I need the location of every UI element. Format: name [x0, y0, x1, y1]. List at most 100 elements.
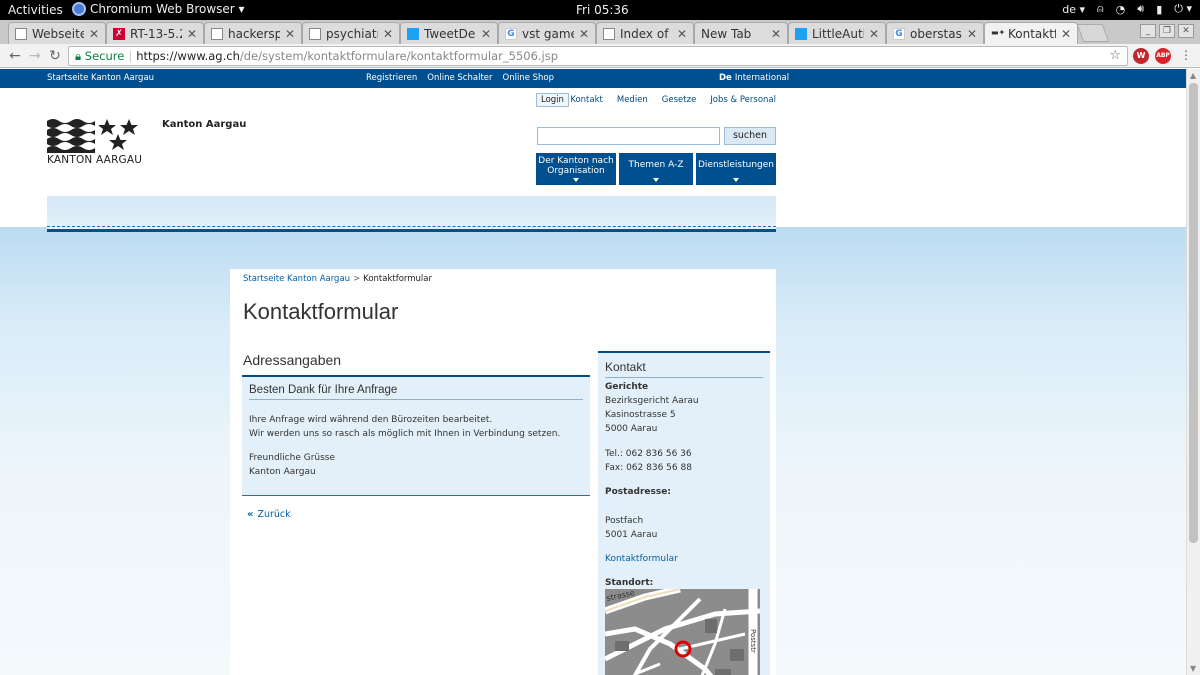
- close-tab-icon[interactable]: ✕: [187, 27, 197, 41]
- close-tab-icon[interactable]: ✕: [771, 27, 781, 41]
- home-link[interactable]: Startseite Kanton Aargau: [47, 73, 154, 83]
- tab-webseite[interactable]: Webseite ✕: [8, 22, 106, 44]
- close-tab-icon[interactable]: ✕: [285, 27, 295, 41]
- location-map[interactable]: strasse Poststr: [605, 589, 760, 675]
- address-bar[interactable]: 🔒︎ Secure | https://www.ag.ch/de/system/ko…: [68, 46, 1128, 66]
- lang-international[interactable]: International: [735, 73, 789, 83]
- volume-icon[interactable]: 🔊︎: [1137, 2, 1144, 16]
- browser-menu-icon[interactable]: ⋮: [1180, 48, 1192, 62]
- scroll-up-icon[interactable]: ▲: [1190, 71, 1196, 80]
- online-shop-link[interactable]: Online Shop: [503, 73, 555, 83]
- back-link[interactable]: «Zurück: [247, 509, 291, 520]
- nav-label: Organisation: [547, 166, 605, 176]
- breadcrumb-current: Kontaktformular: [363, 274, 432, 284]
- postal-label: Postadresse:: [605, 487, 671, 497]
- tab-label: LittleAutis: [812, 26, 864, 41]
- laws-link[interactable]: Gesetze: [662, 95, 697, 105]
- close-tab-icon[interactable]: ✕: [967, 27, 977, 41]
- close-tab-icon[interactable]: ✕: [1061, 27, 1071, 41]
- close-tab-icon[interactable]: ✕: [869, 27, 879, 41]
- close-window-icon[interactable]: ✕: [1178, 24, 1194, 38]
- confirmation-box: Besten Dank für Ihre Anfrage Ihre Anfrag…: [242, 375, 590, 496]
- message-line: Wir werden uns so rasch als möglich mit …: [249, 429, 561, 439]
- app-menu[interactable]: Chromium Web Browser ▾: [72, 2, 245, 16]
- adblock-plus-icon[interactable]: ABP: [1155, 48, 1171, 64]
- restore-icon[interactable]: ❐: [1159, 24, 1175, 38]
- lock-icon[interactable]: 🔒︎: [75, 49, 81, 63]
- site-name: Kanton Aargau: [162, 119, 247, 130]
- activities-button[interactable]: Activities: [8, 3, 63, 17]
- scroll-down-icon[interactable]: ▼: [1190, 664, 1196, 673]
- banner-divider: [47, 226, 776, 227]
- tab-index-of[interactable]: Index of /l ✕: [596, 22, 694, 44]
- tab-new-tab[interactable]: New Tab ✕: [694, 22, 788, 44]
- caret-down-icon: [653, 178, 659, 182]
- wifi-icon[interactable]: ◔: [1116, 3, 1126, 16]
- window-controls: _ ❐ ✕: [1140, 24, 1194, 38]
- back-arrow-icon[interactable]: ←: [6, 47, 24, 65]
- breadcrumb-separator: >: [353, 274, 361, 284]
- tab-label: Kontaktfo: [1008, 26, 1056, 41]
- tab-oberstasa[interactable]: G oberstasa ✕: [886, 22, 984, 44]
- section-title: Adressangaben: [243, 352, 342, 368]
- contact-sidebar: Kontakt Gerichte Bezirksgericht Aarau Ka…: [598, 351, 770, 675]
- chromium-icon: [72, 2, 86, 16]
- close-tab-icon[interactable]: ✕: [383, 27, 393, 41]
- battery-icon[interactable]: ▮: [1156, 3, 1162, 16]
- extension-w-icon[interactable]: W: [1133, 48, 1149, 64]
- contact-link[interactable]: Kontakt: [570, 95, 603, 105]
- keyboard-layout[interactable]: de ▾: [1062, 3, 1085, 16]
- power-menu-icon[interactable]: ⏻ ▾: [1174, 2, 1192, 16]
- nav-dienstleistungen[interactable]: Dienstleistungen: [696, 153, 776, 185]
- tab-hackerspace[interactable]: hackerspa ✕: [204, 22, 302, 44]
- meta-navigation: Login Kontakt Medien Gesetze Jobs & Pers…: [536, 93, 776, 107]
- tab-psychiatric[interactable]: psychiatric ✕: [302, 22, 400, 44]
- tweetdeck-icon: [407, 27, 419, 40]
- close-tab-icon[interactable]: ✕: [579, 27, 589, 41]
- tab-littleautis[interactable]: LittleAutis ✕: [788, 22, 886, 44]
- contact-form-link[interactable]: Kontaktformular: [605, 554, 678, 564]
- new-tab-button[interactable]: [1076, 24, 1110, 42]
- close-tab-icon[interactable]: ✕: [677, 27, 687, 41]
- jobs-link[interactable]: Jobs & Personal: [710, 95, 776, 105]
- tab-rt-13[interactable]: ✗ RT-13-5.2 ✕: [106, 22, 204, 44]
- forward-arrow-icon[interactable]: →: [26, 47, 44, 65]
- close-tab-icon[interactable]: ✕: [89, 27, 99, 41]
- tab-vst-gamel[interactable]: G vst gamel ✕: [498, 22, 596, 44]
- bookmark-star-icon[interactable]: ☆: [1109, 47, 1121, 65]
- postal-city: 5001 Aarau: [605, 530, 658, 540]
- accessibility-icon[interactable]: ⍝: [1097, 2, 1104, 16]
- reload-icon[interactable]: ↻: [46, 47, 64, 65]
- minimize-icon[interactable]: _: [1140, 24, 1156, 38]
- scrollbar-thumb[interactable]: [1189, 83, 1198, 543]
- lang-de[interactable]: De: [719, 73, 732, 83]
- search-button[interactable]: suchen: [724, 127, 776, 145]
- google-icon: G: [893, 27, 905, 40]
- breadcrumb-home[interactable]: Startseite Kanton Aargau: [243, 274, 350, 284]
- close-tab-icon[interactable]: ✕: [481, 27, 491, 41]
- tab-strip: Webseite ✕ ✗ RT-13-5.2 ✕ hackerspa ✕ psy…: [0, 20, 1200, 44]
- caret-down-icon: [573, 178, 579, 182]
- search-input[interactable]: [537, 127, 720, 145]
- tab-label: vst gamel: [522, 26, 574, 41]
- page-icon: [603, 27, 615, 40]
- sidebar-title: Kontakt: [605, 360, 763, 378]
- media-link[interactable]: Medien: [617, 95, 648, 105]
- login-button[interactable]: Login: [536, 93, 569, 107]
- online-schalter-link[interactable]: Online Schalter: [427, 73, 492, 83]
- kanton-aargau-logo[interactable]: KANTON AARGAU: [47, 117, 142, 167]
- back-link-label: Zurück: [257, 509, 291, 520]
- clock[interactable]: Fri 05:36: [576, 3, 629, 17]
- tab-tweetdeck[interactable]: TweetDec ✕: [400, 22, 498, 44]
- system-tray[interactable]: de ▾ ⍝ ◔ 🔊︎ ▮ ⏻ ▾: [1062, 2, 1192, 16]
- nav-themen[interactable]: Themen A-Z: [619, 153, 693, 185]
- pdf-icon: ✗: [113, 27, 125, 40]
- tab-kontaktformular[interactable]: ▬✦ Kontaktfo ✕: [984, 22, 1078, 44]
- service-links: Registrieren Online Schalter Online Shop: [366, 73, 554, 83]
- confirmation-title: Besten Dank für Ihre Anfrage: [249, 384, 583, 400]
- location-label: Standort:: [605, 578, 654, 588]
- page-scrollbar[interactable]: ▲ ▼: [1186, 69, 1200, 675]
- nav-organisation[interactable]: Der Kanton nach Organisation: [536, 153, 616, 185]
- register-link[interactable]: Registrieren: [366, 73, 417, 83]
- tab-label: oberstasa: [910, 26, 962, 41]
